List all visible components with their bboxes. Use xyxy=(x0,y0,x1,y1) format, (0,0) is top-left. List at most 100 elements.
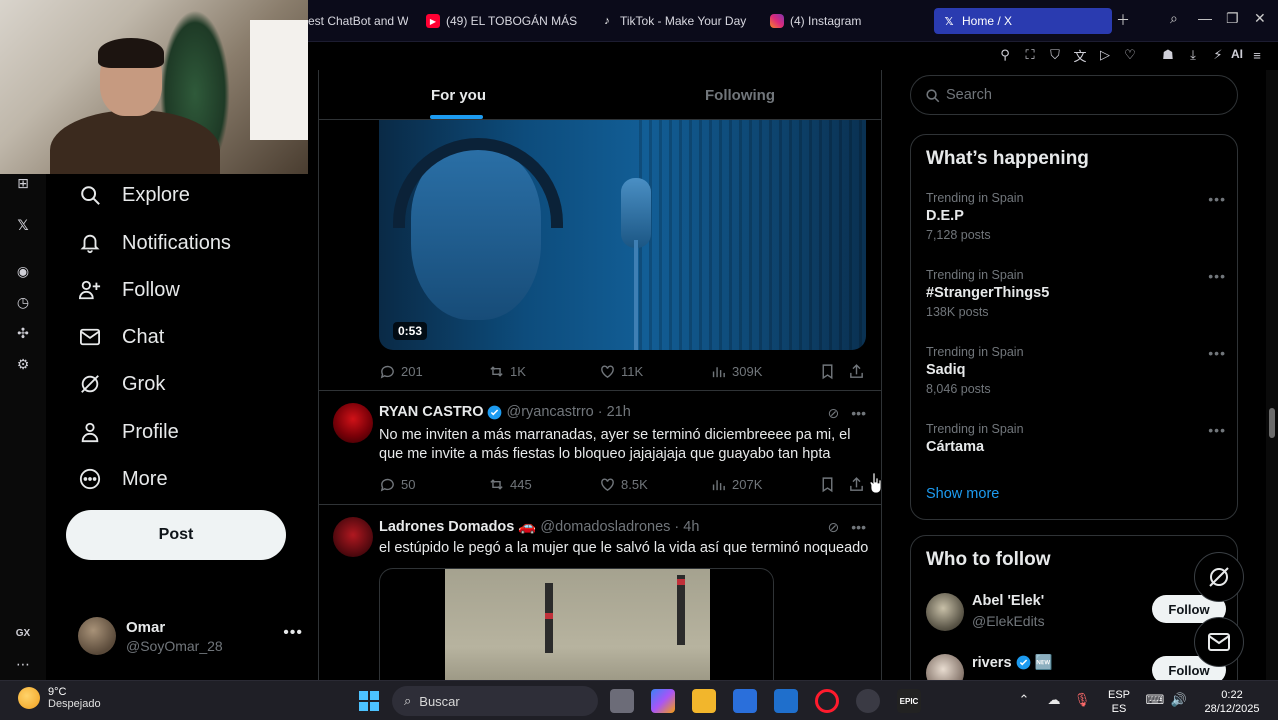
share-button[interactable] xyxy=(848,363,865,380)
tweet-ryan-castro[interactable]: RYAN CASTRO @ryancastrro · 21h ⊘ ••• No … xyxy=(319,391,881,503)
trend-more-icon[interactable]: ••• xyxy=(1208,345,1226,361)
tweet-more-icon[interactable]: ••• xyxy=(851,405,866,422)
account-switcher[interactable]: Omar @SoyOmar_28 ••• xyxy=(78,614,303,658)
nav-item-chat[interactable]: Chat xyxy=(78,317,164,357)
trend-item[interactable]: Trending in Spain #StrangerThings5 138K … xyxy=(926,268,1226,319)
new-tab-button[interactable]: ＋ xyxy=(1116,10,1130,30)
avatar[interactable] xyxy=(926,593,964,631)
grok-floating-button[interactable] xyxy=(1194,552,1244,602)
volume-icon[interactable]: 🔊 xyxy=(1170,691,1188,709)
minimize-button[interactable]: — xyxy=(1198,10,1212,26)
account-icon[interactable]: ☗ xyxy=(1159,46,1177,64)
show-more-link[interactable]: Show more xyxy=(926,486,999,502)
translate-icon[interactable]: 文 xyxy=(1071,46,1089,64)
nav-item-explore[interactable]: Explore xyxy=(78,175,190,215)
ai-button-label[interactable]: AI xyxy=(1231,47,1243,61)
repost-button[interactable]: 1K xyxy=(488,363,526,380)
epic-games-icon[interactable]: EPIC xyxy=(897,689,921,713)
suggestion-name-row[interactable]: rivers 🆕 xyxy=(972,654,1053,672)
file-explorer-icon[interactable] xyxy=(692,689,716,713)
language-indicator[interactable]: ESP ES xyxy=(1108,688,1130,716)
repost-button[interactable]: 445 xyxy=(488,476,532,493)
suggestion-name[interactable]: Abel 'Elek' xyxy=(972,593,1044,609)
reply-button[interactable]: 201 xyxy=(379,363,423,380)
snapshot-icon[interactable]: ⛶ xyxy=(1021,46,1039,64)
tweet-time[interactable]: · 21h xyxy=(598,404,631,420)
tab-for-you[interactable]: For you xyxy=(431,70,486,120)
settings-gear-icon[interactable]: ⚙ xyxy=(14,355,32,373)
weather-widget[interactable]: 9°C Despejado xyxy=(18,686,101,710)
trend-item[interactable]: Trending in Spain Cártama ••• xyxy=(926,422,1226,455)
menu-icon[interactable]: ≡ xyxy=(1248,46,1266,64)
pin-icon[interactable]: ⚲ xyxy=(996,46,1014,64)
taskbar-search[interactable]: ⌕ Buscar xyxy=(392,686,598,716)
network-icon[interactable]: ⌨ xyxy=(1146,691,1165,709)
tweet-author-handle[interactable]: @domadosladrones xyxy=(540,519,670,535)
opera-gx-icon[interactable] xyxy=(815,689,839,713)
page-scrollbar[interactable] xyxy=(1266,70,1278,680)
search-bar[interactable] xyxy=(910,75,1238,115)
tweet-author-name[interactable]: RYAN CASTRO xyxy=(379,404,483,420)
reply-button[interactable]: 50 xyxy=(379,476,415,493)
speed-dial-icon[interactable]: ⊞ xyxy=(14,174,32,192)
heart-icon[interactable]: ♡ xyxy=(1121,46,1139,64)
post-button[interactable]: Post xyxy=(66,510,286,560)
maximize-button[interactable]: ❐ xyxy=(1226,10,1239,27)
close-window-button[interactable]: ✕ xyxy=(1254,10,1266,27)
tab-tiktok[interactable]: ♪ TikTok - Make Your Day xyxy=(600,8,760,34)
tab-home-x[interactable]: 𝕏 Home / X xyxy=(934,8,1112,34)
nav-item-more[interactable]: More xyxy=(78,459,168,499)
trend-more-icon[interactable]: ••• xyxy=(1208,191,1226,207)
search-input[interactable] xyxy=(946,87,1216,103)
suggestion-handle[interactable]: @ElekEdits xyxy=(972,613,1045,629)
grok-icon[interactable]: ⊘ xyxy=(828,519,840,536)
like-button[interactable]: 11K xyxy=(599,363,643,380)
tab-instagram[interactable]: (4) Instagram xyxy=(770,8,910,34)
x-sidebar-icon[interactable]: 𝕏 xyxy=(14,216,32,234)
clock[interactable]: 0:22 28/12/2025 xyxy=(1202,688,1262,716)
like-button[interactable]: 8.5K xyxy=(599,476,648,493)
task-view-icon[interactable] xyxy=(610,689,634,713)
tweet-author-handle[interactable]: @ryancastrro xyxy=(506,404,593,420)
scroll-thumb[interactable] xyxy=(1269,408,1275,438)
trend-item[interactable]: Trending in Spain Sadiq 8,046 posts ••• xyxy=(926,345,1226,396)
history-icon[interactable]: ◷ xyxy=(14,293,32,311)
tab-youtube[interactable]: ▶ (49) EL TOBOGÁN MÁS xyxy=(426,8,586,34)
account-more-icon[interactable]: ••• xyxy=(283,624,303,642)
shield-icon[interactable]: ⛉ xyxy=(1046,46,1064,64)
microphone-icon[interactable]: 🎙 xyxy=(1073,691,1091,709)
avatar[interactable] xyxy=(333,517,373,557)
tray-chevron-icon[interactable]: ⌃ xyxy=(1015,691,1033,709)
tweet-author-name[interactable]: Ladrones Domados xyxy=(379,519,514,535)
nav-item-follow[interactable]: Follow xyxy=(78,270,180,310)
nav-item-grok[interactable]: Grok xyxy=(78,364,165,404)
nav-item-notifications[interactable]: Notifications xyxy=(78,223,231,263)
tweet-video[interactable] xyxy=(379,568,774,680)
tab-chatbot[interactable]: est ChatBot and W xyxy=(308,8,408,34)
player-icon[interactable]: ◉ xyxy=(14,262,32,280)
grok-icon[interactable]: ⊘ xyxy=(828,405,840,422)
nav-item-profile[interactable]: Profile xyxy=(78,412,179,452)
download-icon[interactable]: ⤓ xyxy=(1184,46,1202,64)
magic-wand-icon[interactable]: ⚡ xyxy=(1209,46,1227,64)
messages-floating-button[interactable] xyxy=(1194,617,1244,667)
sidebar-more-icon[interactable]: ⋯ xyxy=(14,655,32,673)
extensions-icon[interactable]: ✣ xyxy=(14,324,32,342)
play-icon[interactable]: ▷ xyxy=(1096,46,1114,64)
trend-item[interactable]: Trending in Spain D.E.P 7,128 posts ••• xyxy=(926,191,1226,242)
bookmark-button[interactable] xyxy=(819,476,836,493)
gx-label[interactable]: GX xyxy=(14,624,32,642)
views-button[interactable]: 309K xyxy=(710,363,762,380)
tab-following[interactable]: Following xyxy=(705,70,775,120)
tweet-time[interactable]: · 4h xyxy=(674,519,699,535)
search-tabs-icon[interactable]: ⌕ xyxy=(1170,10,1178,27)
views-button[interactable]: 207K xyxy=(710,476,762,493)
trend-more-icon[interactable]: ••• xyxy=(1208,268,1226,284)
share-button[interactable] xyxy=(848,476,865,493)
follow-suggestion[interactable]: Abel 'Elek' @ElekEdits Follow xyxy=(926,593,1236,637)
outlook-icon[interactable] xyxy=(774,689,798,713)
tweet-video[interactable]: 0:53 xyxy=(379,120,866,350)
bookmark-button[interactable] xyxy=(819,363,836,380)
store-icon[interactable] xyxy=(733,689,757,713)
copilot-icon[interactable] xyxy=(651,689,675,713)
